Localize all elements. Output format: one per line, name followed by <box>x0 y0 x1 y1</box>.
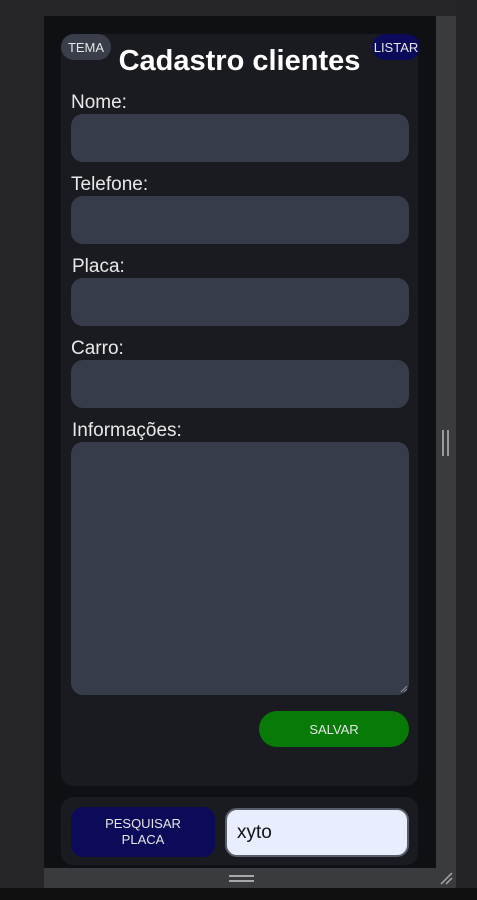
window-gutter-right <box>456 0 477 888</box>
search-plate-button[interactable]: PESQUISAR PLACA <box>71 807 215 857</box>
car-label: Carro: <box>71 338 124 359</box>
textarea-resize-icon[interactable] <box>400 685 408 693</box>
car-field[interactable] <box>71 360 409 408</box>
page-title: Cadastro clientes <box>118 45 361 77</box>
bottom-drag-handle-icon[interactable] <box>229 875 254 882</box>
info-textarea[interactable] <box>71 442 409 695</box>
window-footer <box>0 888 477 900</box>
window-gutter-left <box>0 0 44 888</box>
name-field[interactable] <box>71 114 409 162</box>
info-label: Informações: <box>72 420 182 441</box>
plate-label: Placa: <box>72 256 125 277</box>
plate-field[interactable] <box>71 278 409 326</box>
name-label: Nome: <box>71 92 127 113</box>
save-button[interactable]: SALVAR <box>259 711 409 747</box>
phone-field[interactable] <box>71 196 409 244</box>
plate-search-input[interactable]: xyto <box>225 808 409 857</box>
scrollbar-grip-icon[interactable] <box>442 430 449 456</box>
resize-grip-icon[interactable] <box>440 872 453 885</box>
phone-label: Telefone: <box>71 174 149 195</box>
